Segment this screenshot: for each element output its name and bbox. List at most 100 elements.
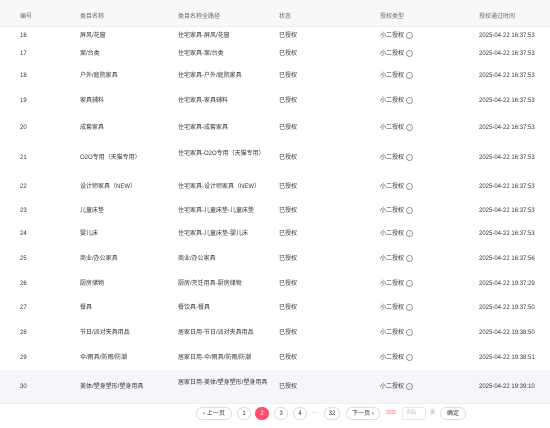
auth-type-label: 小二授权 [380, 330, 405, 337]
status-text: 已授权 [279, 384, 298, 390]
table-row: 24 婴儿床 住宅家具-儿童床垫-婴儿床 已授权 小二授权? 2025-04-22 16:… [0, 222, 550, 247]
row-number: 22 [20, 184, 27, 190]
page-button-32[interactable]: 32 [324, 407, 340, 420]
page-button-2[interactable]: 2 [255, 407, 269, 420]
category-path: 住宅家具-儿童床垫-儿童床垫 [178, 208, 254, 214]
info-icon[interactable]: ? [406, 230, 414, 237]
page-button-4[interactable]: 4 [293, 407, 307, 420]
category-name: 厨房储物 [80, 281, 105, 287]
info-icon[interactable]: ? [406, 255, 414, 262]
header-num: 编号 [20, 14, 33, 20]
row-number: 19 [20, 98, 27, 104]
row-number: 23 [20, 208, 27, 214]
table-row: 19 家具辅料 住宅家具-家具辅料 已授权 小二授权? 2025-04-22 16:37:… [0, 88, 550, 115]
table-row: 29 伞/雨具/防雨/防潮 居家日用-伞/雨具/防雨/防潮 已授权 小二授权? 2025-… [0, 346, 550, 371]
auth-type-label: 小二授权 [380, 231, 405, 238]
status-text: 已授权 [279, 231, 298, 237]
table-row: 22 设计师家具（NEW） 住宅家具-设计师家具（NEW） 已授权 小二授权? 2025-… [0, 174, 550, 201]
status-text: 已授权 [279, 155, 298, 161]
category-name: 户外/庭院家具 [80, 73, 118, 79]
auth-time: 2025-04-22 16:37:56 [479, 256, 535, 262]
next-page-button[interactable]: 下一页 › [346, 407, 380, 420]
auth-type-label: 小二授权 [380, 73, 405, 80]
row-number: 25 [20, 256, 27, 262]
table-row: 18 户外/庭院家具 住宅家具-户外/庭院家具 已授权 小二授权? 2025-04-22 … [0, 63, 550, 89]
auth-time: 2025-04-22 16:37:53 [479, 33, 535, 39]
table-row: 16 屏风/花窗 住宅家具-屏风/花窗 已授权 小二授权? 2025-04-22 16:3… [0, 27, 550, 45]
info-icon[interactable]: ? [406, 32, 414, 39]
category-name: 伞/雨具/防雨/防潮 [80, 355, 128, 361]
info-icon[interactable]: ? [406, 207, 414, 214]
auth-type: 小二授权? [380, 354, 414, 362]
info-icon[interactable]: ? [406, 72, 414, 79]
auth-type: 小二授权? [380, 207, 414, 215]
prev-page-button[interactable]: ‹ 上一页 [196, 407, 232, 420]
status-text: 已授权 [279, 184, 298, 190]
category-path: 住宅家具-O2O专用（天猫专用） [178, 151, 265, 157]
auth-type-label: 小二授权 [380, 384, 405, 391]
auth-time: 2025-04-22 19:38:50 [479, 330, 535, 336]
jump-page-input[interactable]: 页码 [402, 407, 426, 420]
page-suffix: 页 [430, 410, 436, 416]
info-icon[interactable]: ? [406, 329, 414, 336]
status-text: 已授权 [279, 208, 298, 214]
row-number: 17 [20, 51, 27, 57]
info-icon[interactable]: ? [406, 97, 414, 104]
status-text: 已授权 [279, 33, 298, 39]
auth-time: 2025-04-22 19:38:51 [479, 355, 535, 361]
info-icon[interactable]: ? [406, 154, 414, 161]
status-text: 已授权 [279, 125, 298, 131]
info-icon[interactable]: ? [406, 280, 414, 287]
table-row: 30 美体/塑身塑形/塑身用具 居家日用-美体/塑身塑形/塑身用具 已授权 小二授权? 2… [0, 370, 550, 404]
auth-type-label: 小二授权 [380, 98, 405, 105]
header-name: 类目名称 [80, 14, 105, 20]
category-path: 居家日用-伞/雨具/防雨/防潮 [178, 355, 251, 361]
auth-type-label: 小二授权 [380, 281, 405, 288]
page-button-1[interactable]: 1 [237, 407, 251, 420]
info-icon[interactable]: ? [406, 304, 414, 311]
auth-type-label: 小二授权 [380, 51, 405, 58]
row-number: 21 [20, 155, 27, 161]
info-icon[interactable]: ? [406, 183, 414, 190]
table-header: 编号 类目名称 类目名称全路径 状态 授权类型 授权通过时间 [0, 0, 550, 27]
table-row: 28 节日/派对夹具用品 居家日用-节日/派对夹具用品 已授权 小二授权? 2025-04… [0, 320, 550, 347]
table-row: 21 O2O专用（天猫专用） 住宅家具-O2O专用（天猫专用） 已授权 小二授权? 202… [0, 141, 550, 175]
auth-type: 小二授权? [380, 329, 414, 337]
category-name: 美体/塑身塑形/塑身用具 [80, 384, 144, 390]
confirm-button[interactable]: 确定 [440, 407, 466, 420]
auth-type: 小二授权? [380, 124, 414, 132]
info-icon[interactable]: ? [406, 383, 414, 390]
page-ellipsis: ··· [312, 410, 317, 416]
info-icon[interactable]: ? [406, 354, 414, 361]
category-name: 设计师家具（NEW） [80, 184, 136, 190]
auth-time: 2025-04-22 16:37:53 [479, 98, 535, 104]
status-text: 已授权 [279, 73, 298, 79]
auth-type: 小二授权? [380, 304, 414, 312]
category-path: 住宅家具-屏风/花窗 [178, 33, 230, 39]
pagination: ‹ 上一页 1 2 3 4 ··· 32 下一页 › 2/32 页码 页 确定 [0, 403, 550, 428]
table-row: 23 儿童床垫 住宅家具-儿童床垫-儿童床垫 已授权 小二授权? 2025-04-22 1… [0, 200, 550, 223]
category-path: 厨房/烹饪用具-厨房储物 [178, 281, 242, 287]
info-icon[interactable]: ? [406, 124, 414, 131]
auth-type: 小二授权? [380, 183, 414, 191]
category-path: 商业/办公家具 [178, 256, 216, 262]
status-text: 已授权 [279, 98, 298, 104]
auth-time: 2025-04-22 16:37:53 [479, 51, 535, 57]
page-button-3[interactable]: 3 [274, 407, 288, 420]
table-row: 25 商业/办公家具 商业/办公家具 已授权 小二授权? 2025-04-22 16:37… [0, 246, 550, 273]
row-number: 24 [20, 231, 27, 237]
auth-type-label: 小二授权 [380, 256, 405, 263]
row-number: 20 [20, 125, 27, 131]
auth-type: 小二授权? [380, 230, 414, 238]
info-icon[interactable]: ? [406, 50, 414, 57]
auth-time: 2025-04-22 16:37:53 [479, 73, 535, 79]
row-number: 26 [20, 281, 27, 287]
category-path: 住宅家具-设计师家具（NEW） [178, 184, 260, 190]
category-name: 家具辅料 [80, 98, 105, 104]
status-text: 已授权 [279, 51, 298, 57]
auth-time: 2025-04-22 19:37:29 [479, 281, 535, 287]
category-path: 住宅家具-户外/庭院家具 [178, 73, 242, 79]
category-name: 节日/派对夹具用品 [80, 330, 130, 336]
category-path: 居家日用-美体/塑身塑形/塑身用具 [178, 380, 268, 386]
auth-type: 小二授权? [380, 255, 414, 263]
